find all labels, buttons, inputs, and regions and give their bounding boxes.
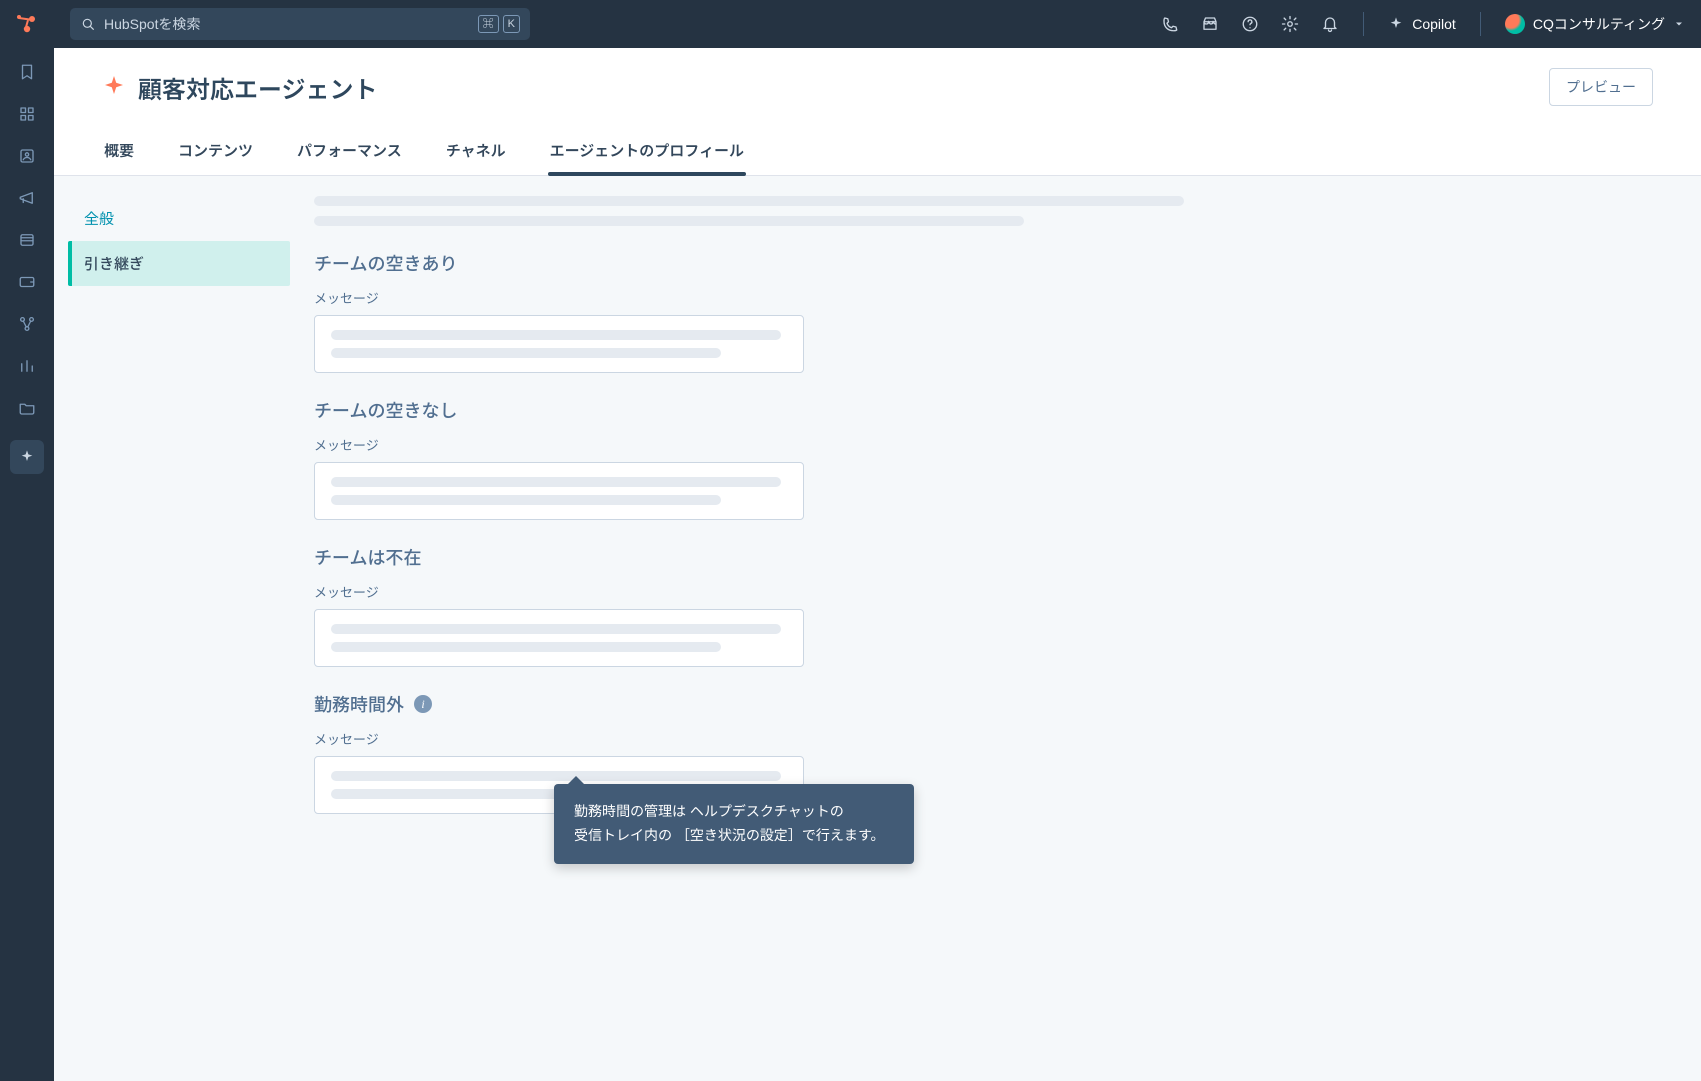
preview-button[interactable]: プレビュー xyxy=(1549,68,1653,106)
page-header: 顧客対応エージェント プレビュー 概要 コンテンツ パフォーマンス チャネル エ… xyxy=(54,48,1701,176)
chevron-down-icon xyxy=(1673,18,1685,30)
tab-content[interactable]: コンテンツ xyxy=(176,130,255,175)
help-icon[interactable] xyxy=(1241,15,1259,33)
section-team-available: チームの空きあり xyxy=(314,250,1224,276)
sparkle-icon xyxy=(102,75,126,99)
bookmarks-icon[interactable] xyxy=(17,62,37,82)
field-label-message: メッセージ xyxy=(314,435,1224,454)
tab-performance[interactable]: パフォーマンス xyxy=(295,130,404,175)
skeleton-line xyxy=(314,216,1024,226)
section-team-away: チームは不在 xyxy=(314,544,1224,570)
message-input-team-away[interactable] xyxy=(314,609,804,667)
form-area: チームの空きあり メッセージ チームの空きなし メッセージ チームは不在 メッセ… xyxy=(304,176,1264,1081)
marketing-icon[interactable] xyxy=(17,188,37,208)
settings-icon[interactable] xyxy=(1281,15,1299,33)
avatar xyxy=(1505,14,1525,34)
workflows-icon[interactable] xyxy=(17,314,37,334)
field-label-message: メッセージ xyxy=(314,288,1224,307)
sidenav-general[interactable]: 全般 xyxy=(68,196,290,241)
sparkle-icon xyxy=(1388,16,1404,32)
search-shortcut: ⌘ K xyxy=(478,15,520,33)
search-placeholder: HubSpotを検索 xyxy=(104,14,478,34)
section-outside-hours: 勤務時間外 i xyxy=(314,691,1224,717)
sidenav-handoff[interactable]: 引き継ぎ xyxy=(68,241,290,286)
global-search[interactable]: HubSpotを検索 ⌘ K xyxy=(70,8,530,40)
skeleton-line xyxy=(331,642,721,652)
tab-channel[interactable]: チャネル xyxy=(444,130,508,175)
contacts-icon[interactable] xyxy=(17,146,37,166)
topbar: HubSpotを検索 ⌘ K Copilot xyxy=(54,0,1701,48)
field-label-message: メッセージ xyxy=(314,729,1224,748)
copilot-label: Copilot xyxy=(1412,16,1456,32)
notifications-icon[interactable] xyxy=(1321,15,1339,33)
skeleton-line xyxy=(314,196,1184,206)
settings-sidenav: 全般 引き継ぎ xyxy=(54,176,304,1081)
apps-grid-icon[interactable] xyxy=(17,104,37,124)
skeleton-line xyxy=(331,330,781,340)
left-rail xyxy=(0,0,54,1081)
folder-icon[interactable] xyxy=(17,398,37,418)
reports-icon[interactable] xyxy=(17,356,37,376)
tab-overview[interactable]: 概要 xyxy=(102,130,136,175)
hubspot-logo[interactable] xyxy=(0,0,54,48)
skeleton-line xyxy=(331,495,721,505)
ai-assistant-icon[interactable] xyxy=(10,440,44,474)
skeleton-line xyxy=(331,348,721,358)
library-icon[interactable] xyxy=(17,230,37,250)
message-input-team-unavailable[interactable] xyxy=(314,462,804,520)
info-icon[interactable]: i xyxy=(414,695,432,713)
marketplace-icon[interactable] xyxy=(1201,15,1219,33)
copilot-button[interactable]: Copilot xyxy=(1388,16,1456,32)
search-icon xyxy=(80,16,96,32)
topbar-icons xyxy=(1161,15,1339,33)
tab-agent-profile[interactable]: エージェントのプロフィール xyxy=(548,130,746,175)
skeleton-line xyxy=(331,624,781,634)
account-menu[interactable]: CQコンサルティング xyxy=(1505,14,1685,34)
phone-icon[interactable] xyxy=(1161,15,1179,33)
skeleton-line xyxy=(331,771,781,781)
business-hours-tooltip: 勤務時間の管理は ヘルプデスクチャットの 受信トレイ内の ［空き状況の設定］で行… xyxy=(554,784,914,864)
section-team-unavailable: チームの空きなし xyxy=(314,397,1224,423)
wallet-icon[interactable] xyxy=(17,272,37,292)
field-label-message: メッセージ xyxy=(314,582,1224,601)
message-input-team-available[interactable] xyxy=(314,315,804,373)
page-title: 顧客対応エージェント xyxy=(102,70,378,105)
tabs: 概要 コンテンツ パフォーマンス チャネル エージェントのプロフィール xyxy=(102,130,1653,175)
account-name: CQコンサルティング xyxy=(1533,14,1665,34)
skeleton-line xyxy=(331,477,781,487)
